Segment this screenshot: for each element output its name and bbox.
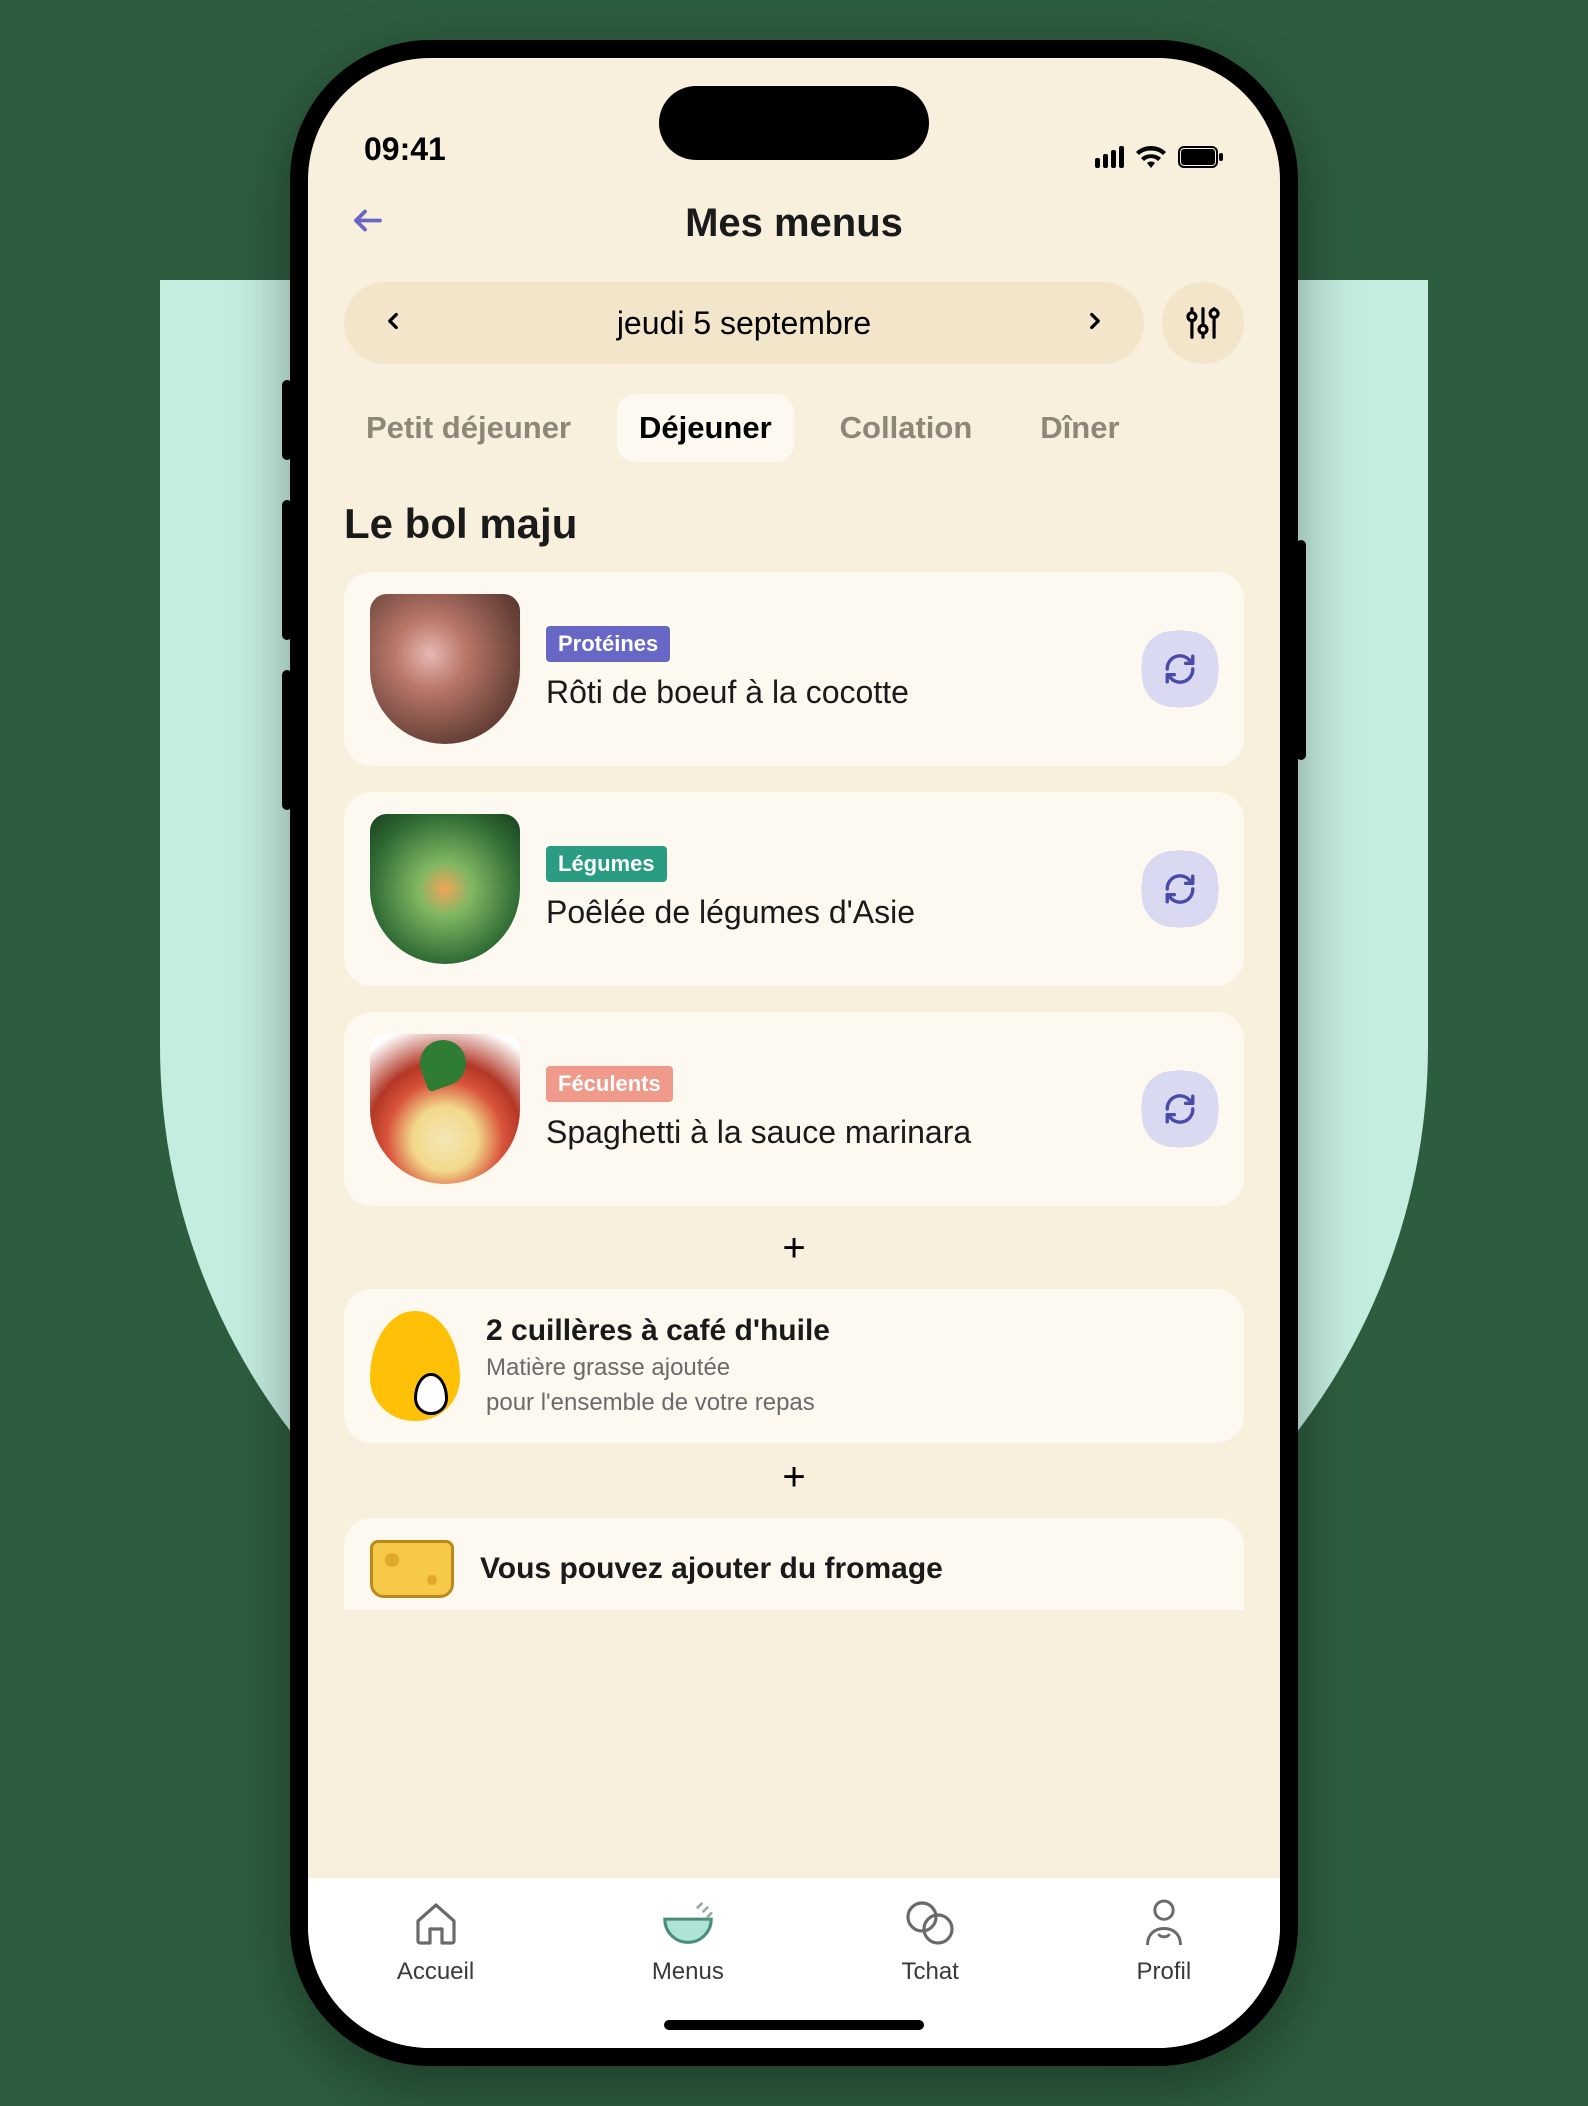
section-title: Le bol maju <box>344 500 1244 548</box>
chevron-left-icon <box>380 308 406 334</box>
food-card-feculents[interactable]: Féculents Spaghetti à la sauce marinara <box>344 1012 1244 1206</box>
chat-icon <box>904 1896 956 1950</box>
home-icon <box>412 1896 460 1950</box>
date-row: jeudi 5 septembre <box>308 268 1280 364</box>
food-card-body: Féculents Spaghetti à la sauce marinara <box>546 1066 1116 1152</box>
date-picker[interactable]: jeudi 5 septembre <box>344 282 1144 364</box>
food-card-proteines[interactable]: Protéines Rôti de boeuf à la cocotte <box>344 572 1244 766</box>
food-card-body: Légumes Poêlée de légumes d'Asie <box>546 846 1116 932</box>
add-item-button[interactable]: + <box>344 1455 1244 1500</box>
phone-side-button <box>1296 540 1306 760</box>
cellular-icon <box>1095 146 1124 168</box>
status-icons <box>1095 146 1224 168</box>
food-image <box>370 594 520 744</box>
oil-subtitle-1: Matière grasse ajoutée <box>486 1352 830 1383</box>
food-card-legumes[interactable]: Légumes Poêlée de légumes d'Asie <box>344 792 1244 986</box>
page-title: Mes menus <box>685 201 903 246</box>
oil-drop-icon <box>370 1311 460 1421</box>
home-indicator <box>664 2020 924 2030</box>
cheese-icon <box>370 1540 454 1598</box>
category-badge: Légumes <box>546 846 667 882</box>
meal-tabs: Petit déjeuner Déjeuner Collation Dîner <box>308 364 1280 462</box>
food-title: Rôti de boeuf à la cocotte <box>546 672 1116 712</box>
phone-screen: 09:41 Mes menus <box>308 58 1280 2048</box>
plus-icon: + <box>782 1455 805 1499</box>
tab-dejeuner[interactable]: Déjeuner <box>617 394 794 462</box>
profile-icon <box>1142 1896 1186 1950</box>
phone-frame: 09:41 Mes menus <box>290 40 1298 2066</box>
nav-menus[interactable]: Menus <box>652 1896 724 1986</box>
swap-button[interactable] <box>1142 631 1218 707</box>
tab-collation[interactable]: Collation <box>818 394 995 462</box>
tab-petit-dejeuner[interactable]: Petit déjeuner <box>344 394 593 462</box>
phone-side-button <box>282 500 292 640</box>
refresh-icon <box>1163 652 1197 686</box>
add-item-button[interactable]: + <box>344 1226 1244 1271</box>
oil-title: 2 cuillères à café d'huile <box>486 1314 830 1348</box>
cheese-title: Vous pouvez ajouter du fromage <box>480 1552 943 1586</box>
plus-icon: + <box>782 1226 805 1270</box>
food-title: Poêlée de légumes d'Asie <box>546 892 1116 932</box>
bowl-icon <box>659 1896 717 1950</box>
refresh-icon <box>1163 872 1197 906</box>
wifi-icon <box>1136 146 1166 168</box>
filters-button[interactable] <box>1162 282 1244 364</box>
refresh-icon <box>1163 1092 1197 1126</box>
nav-label: Menus <box>652 1958 724 1986</box>
battery-icon <box>1178 146 1224 168</box>
dynamic-island <box>659 86 929 160</box>
food-image <box>370 1034 520 1184</box>
date-next-button[interactable] <box>1082 308 1108 339</box>
food-card-body: Protéines Rôti de boeuf à la cocotte <box>546 626 1116 712</box>
app-header: Mes menus <box>308 178 1280 268</box>
nav-label: Profil <box>1136 1958 1191 1986</box>
food-title: Spaghetti à la sauce marinara <box>546 1112 1116 1152</box>
swap-button[interactable] <box>1142 851 1218 927</box>
menu-content[interactable]: Le bol maju Protéines Rôti de boeuf à la… <box>308 462 1280 1878</box>
back-button[interactable] <box>350 203 386 244</box>
status-time: 09:41 <box>364 131 446 168</box>
arrow-left-icon <box>350 203 386 239</box>
info-card-body: 2 cuillères à café d'huile Matière grass… <box>486 1314 830 1418</box>
nav-profil[interactable]: Profil <box>1136 1896 1191 1986</box>
category-badge: Protéines <box>546 626 670 662</box>
oil-info-card[interactable]: 2 cuillères à café d'huile Matière grass… <box>344 1289 1244 1443</box>
food-image <box>370 814 520 964</box>
phone-side-button <box>282 380 292 460</box>
nav-accueil[interactable]: Accueil <box>397 1896 474 1986</box>
nav-label: Accueil <box>397 1958 474 1986</box>
tab-diner[interactable]: Dîner <box>1018 394 1141 462</box>
category-badge: Féculents <box>546 1066 673 1102</box>
nav-label: Tchat <box>901 1958 958 1986</box>
date-prev-button[interactable] <box>380 308 406 339</box>
chevron-right-icon <box>1082 308 1108 334</box>
sliders-icon <box>1184 304 1222 342</box>
phone-side-button <box>282 670 292 810</box>
oil-subtitle-2: pour l'ensemble de votre repas <box>486 1387 830 1418</box>
cheese-info-card[interactable]: Vous pouvez ajouter du fromage <box>344 1518 1244 1610</box>
nav-tchat[interactable]: Tchat <box>901 1896 958 1986</box>
bottom-nav: Accueil Menus Tchat <box>308 1878 1280 2048</box>
swap-button[interactable] <box>1142 1071 1218 1147</box>
date-label: jeudi 5 septembre <box>617 305 871 342</box>
